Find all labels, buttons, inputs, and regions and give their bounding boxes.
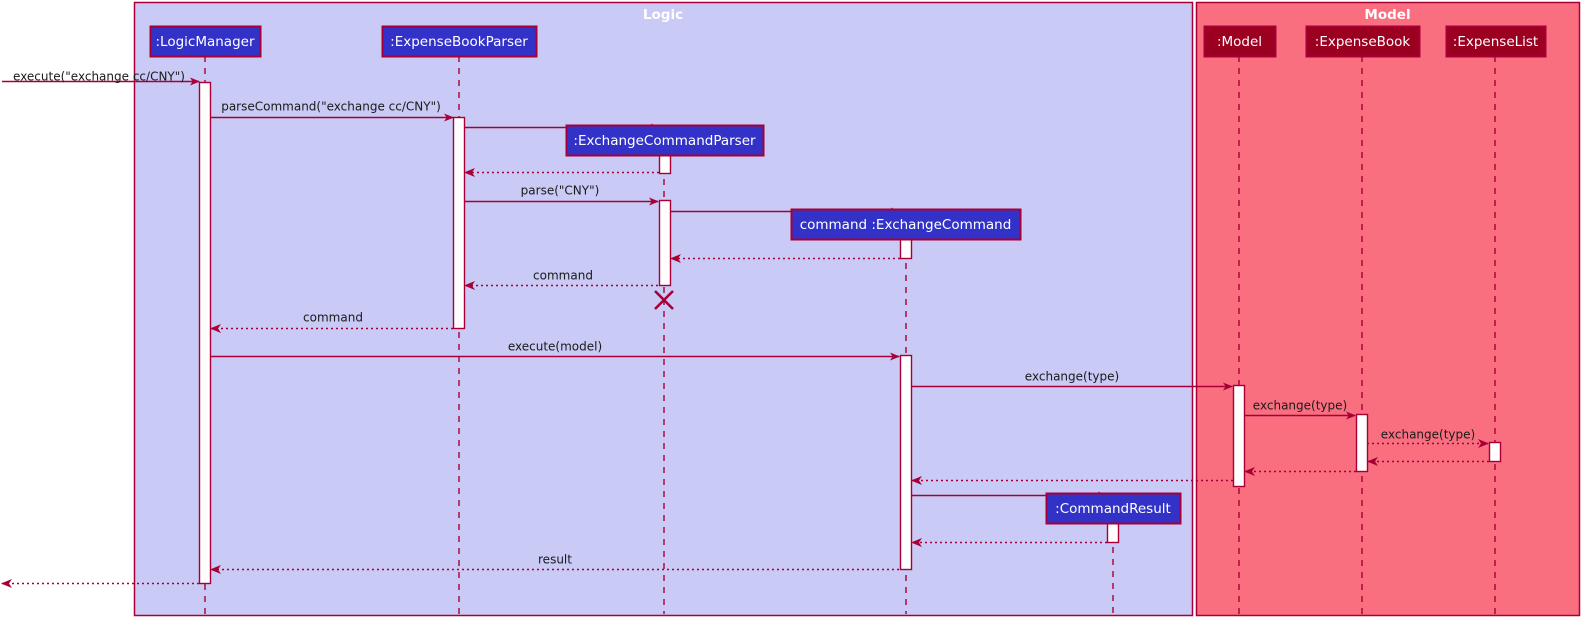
message-m1: execute("exchange cc/CNY") (2, 70, 200, 86)
activation-bar-exchangeCommandParser (658, 154, 672, 175)
participant-model[interactable]: :Model (1203, 25, 1277, 58)
message-m13: exchange(type) (1367, 428, 1489, 448)
activation-bar-model (1232, 384, 1246, 488)
message-label: exchange(type) (1253, 399, 1347, 413)
participant-label: :CommandResult (1055, 501, 1171, 517)
message-label: exchange(type) (1025, 370, 1119, 384)
partition-title-logic: Logic (643, 7, 683, 23)
activation-bar-commandResult (1106, 522, 1120, 544)
participant-label: :LogicManager (155, 34, 254, 50)
activation-bar-expenseList (1488, 441, 1502, 463)
partition-model: Model (1195, 1, 1581, 617)
participant-exchangeCommandParser[interactable]: :ExchangeCommandParser (565, 124, 765, 157)
partition-title-model: Model (1364, 7, 1410, 23)
message-label: parseCommand("exchange cc/CNY") (221, 100, 441, 114)
message-label: parse("CNY") (521, 184, 600, 198)
sequence-diagram-canvas: Logic Model execute("exchange cc/CNY") par… (0, 0, 1581, 617)
message-label: command (533, 269, 593, 283)
participant-label: :ExpenseBook (1315, 34, 1411, 50)
sequence-diagram-svg: Logic Model execute("exchange cc/CNY") par… (1, 1, 1581, 617)
participant-label: :ExchangeCommandParser (573, 133, 756, 149)
partition-logic: Logic (133, 1, 1194, 617)
participant-label: :ExpenseBookParser (390, 34, 528, 50)
activation-bar-logicManager (198, 81, 212, 585)
participant-label: :Model (1217, 34, 1262, 50)
participant-label: command :ExchangeCommand (800, 217, 1012, 233)
message-label: execute(model) (508, 340, 602, 354)
activation-bar-exchangeCommand (899, 238, 913, 260)
message-label: execute("exchange cc/CNY") (13, 70, 185, 84)
activation-bar-expenseBookParser (452, 116, 466, 330)
activation-bar-exchangeCommandParser (658, 199, 672, 287)
participant-commandResult[interactable]: :CommandResult (1045, 492, 1182, 525)
message-label: command (303, 311, 363, 325)
participant-exchangeCommand[interactable]: command :ExchangeCommand (790, 208, 1022, 241)
participant-logicManager[interactable]: :LogicManager (149, 25, 262, 58)
participant-expenseBook[interactable]: :ExpenseBook (1305, 25, 1421, 58)
message-label: result (538, 553, 572, 567)
partitions-layer: Logic Model (133, 1, 1581, 617)
participant-expenseList[interactable]: :ExpenseList (1445, 25, 1547, 58)
participant-label: :ExpenseList (1453, 34, 1538, 50)
participant-expenseBookParser[interactable]: :ExpenseBookParser (381, 25, 538, 58)
message-label: exchange(type) (1381, 428, 1475, 442)
activation-bar-exchangeCommand (899, 354, 913, 571)
activation-bar-expenseBook (1355, 413, 1369, 473)
